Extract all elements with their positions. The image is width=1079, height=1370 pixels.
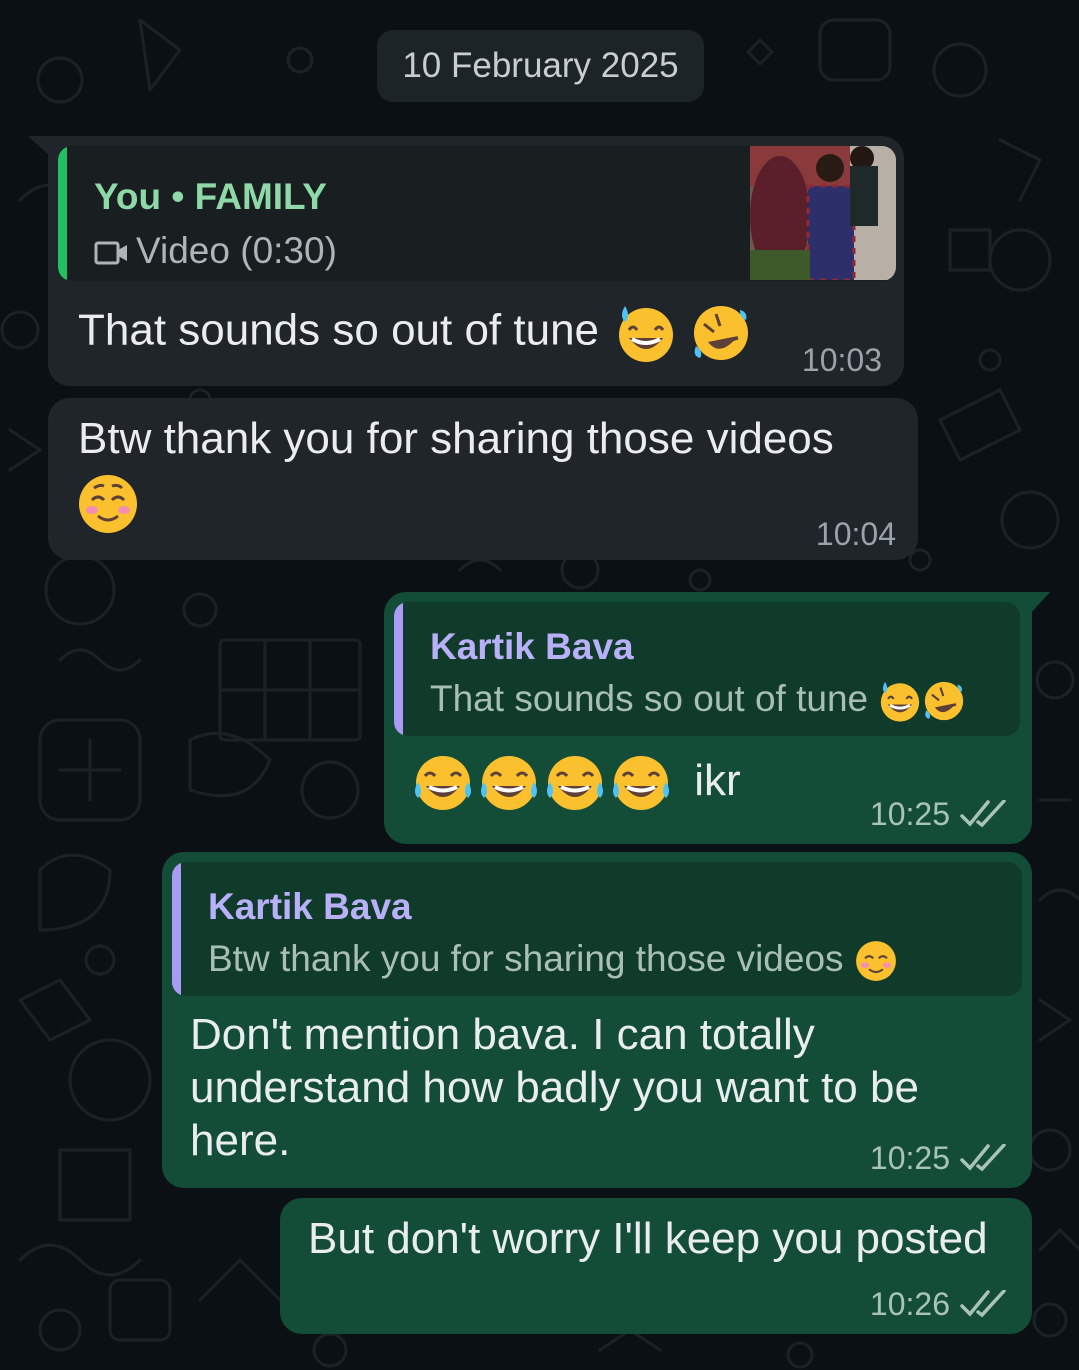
quote-text: Btw thank you for sharing those videos [208,938,898,983]
message-incoming[interactable]: You • FAMILY Video (0:30) That sounds so… [28,136,904,386]
smiling-blush-emoji [79,475,137,533]
date-chip: 10 February 2025 [377,30,704,102]
message-time: 10:03 [801,342,882,378]
quote-author: Kartik Bava [208,886,412,927]
quote-media-label: Video (0:30) [94,230,337,272]
quoted-message[interactable]: You • FAMILY Video (0:30) [58,146,896,281]
message-text-line: understand how badly you want to be [190,1063,919,1112]
tears-of-joy-emoji [481,756,537,810]
message-outgoing[interactable]: Kartik Bava Btw thank you for sharing th… [162,852,1032,1188]
quote-text: That sounds so out of tune [430,678,966,723]
message-time: 10:26 [869,1286,950,1322]
quote-accent-bar [172,862,181,996]
message-incoming[interactable]: Btw thank you for sharing those videos 1… [48,398,918,560]
smiling-blush-emoji [855,941,896,982]
message-time: 10:25 [869,796,950,832]
quoted-message[interactable]: Kartik Bava Btw thank you for sharing th… [172,862,1022,996]
quote-author: You • FAMILY [94,176,327,217]
message-text: ikr [412,752,741,814]
quote-author: Kartik Bava [430,626,634,667]
read-receipt-icon [960,1144,1006,1172]
read-receipt-icon [960,1290,1006,1318]
message-time: 10:25 [869,1140,950,1176]
video-thumbnail[interactable] [750,146,896,280]
video-camera-icon [94,241,127,265]
quote-accent-bar [58,146,67,281]
bubble-tail [1030,592,1050,614]
message-text-line: Don't mention bava. I can totally [190,1010,815,1059]
message-text: That sounds so out of tune [78,302,752,364]
quote-accent-bar [394,602,403,736]
tears-of-joy-emoji [613,756,669,810]
tears-of-joy-emoji [415,756,471,810]
rolling-laughing-emoji [693,306,748,360]
message-text-line: here. [190,1116,291,1165]
tears-of-joy-emoji-group [412,756,676,810]
message-outgoing[interactable]: But don't worry I'll keep you posted 10:… [280,1198,1032,1334]
message-text: Btw thank you for sharing those videos [78,414,834,463]
grinning-sweat-emoji [619,306,674,362]
quoted-message[interactable]: Kartik Bava That sounds so out of tune [394,602,1020,736]
bubble-tail [28,136,52,158]
message-time: 10:04 [815,516,896,552]
message-text: But don't worry I'll keep you posted [308,1214,988,1263]
tears-of-joy-emoji [547,756,603,810]
message-outgoing[interactable]: Kartik Bava That sounds so out of tune i… [384,592,1050,844]
grinning-sweat-emoji [881,682,920,722]
read-receipt-icon [960,800,1006,828]
rolling-laughing-emoji [925,682,964,721]
